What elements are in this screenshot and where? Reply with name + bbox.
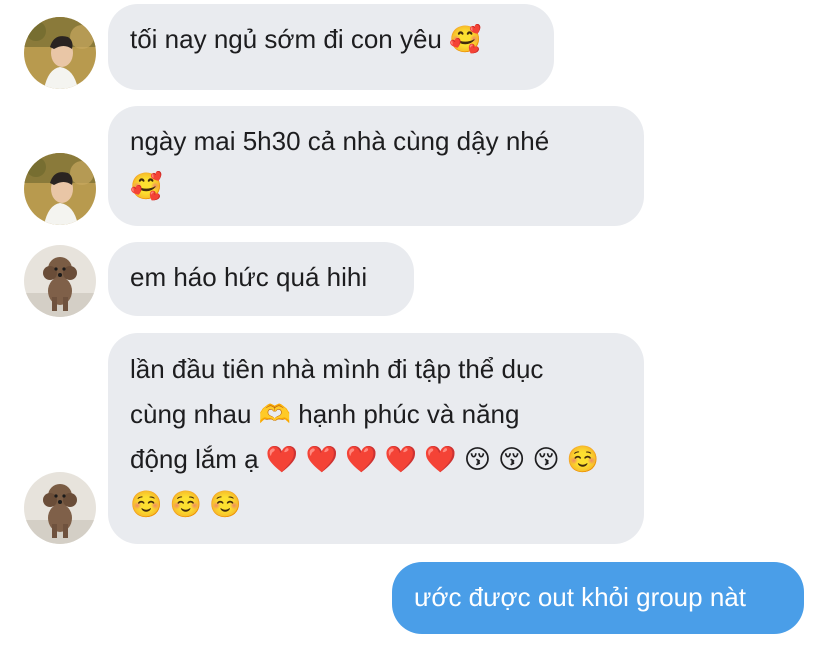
- message-bubble[interactable]: tối nay ngủ sớm đi con yêu 🥰: [108, 4, 554, 90]
- poodle-avatar[interactable]: [24, 245, 96, 317]
- boy-avatar-image: [24, 17, 96, 89]
- message-text: ước được out khỏi group nàt: [414, 582, 746, 612]
- message-text: ngày mai 5h30 cả nhà cùng dậy nhé: [130, 126, 550, 156]
- message-text: em háo hức quá hihi: [130, 262, 368, 292]
- poodle-avatar-image: [24, 472, 96, 544]
- boy-avatar-image: [24, 153, 96, 225]
- message-text: 🥰: [130, 171, 163, 201]
- message-bubble[interactable]: ngày mai 5h30 cả nhà cùng dậy nhé 🥰: [108, 106, 644, 226]
- message-bubble[interactable]: em háo hức quá hihi: [108, 242, 414, 316]
- boy-avatar[interactable]: [24, 153, 96, 225]
- message-text: động lắm ạ ❤️ ❤️ ❤️ ❤️ ❤️ 😚 😚 😚 ☺️: [130, 444, 600, 474]
- poodle-avatar-image: [24, 245, 96, 317]
- boy-avatar[interactable]: [24, 17, 96, 89]
- poodle-avatar[interactable]: [24, 472, 96, 544]
- message-text: ☺️ ☺️ ☺️: [130, 489, 242, 519]
- message-text: lần đầu tiên nhà mình đi tập thể dục: [130, 354, 544, 384]
- message-text: tối nay ngủ sớm đi con yêu 🥰: [130, 24, 482, 54]
- message-bubble[interactable]: lần đầu tiên nhà mình đi tập thể dục cùn…: [108, 333, 644, 544]
- message-text: cùng nhau 🫶 hạnh phúc và năng: [130, 399, 520, 429]
- message-bubble-outgoing[interactable]: ước được out khỏi group nàt: [392, 562, 804, 634]
